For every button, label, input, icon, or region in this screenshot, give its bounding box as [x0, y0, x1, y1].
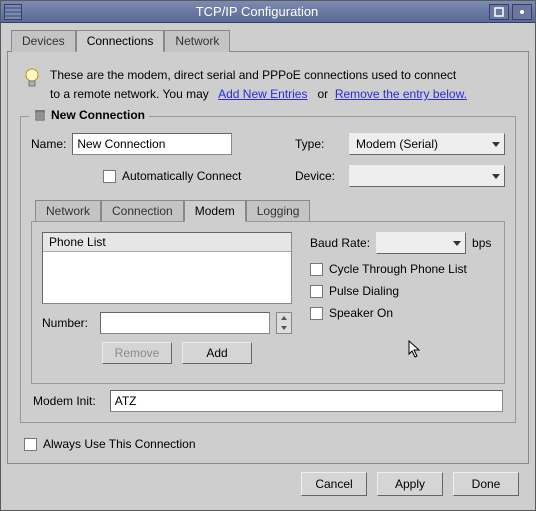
subtab-network[interactable]: Network [35, 200, 101, 222]
link-add-entries[interactable]: Add New Entries [218, 87, 307, 101]
speaker-label: Speaker On [329, 306, 393, 320]
baud-unit: bps [472, 236, 491, 250]
titlebar[interactable]: TCP/IP Configuration [1, 1, 535, 23]
dialog-buttons: Cancel Apply Done [7, 464, 529, 504]
link-remove-entry[interactable]: Remove the entry below. [335, 87, 467, 101]
main-tabs: Devices Connections Network [7, 29, 529, 51]
subtab-logging[interactable]: Logging [246, 200, 311, 222]
tab-connections[interactable]: Connections [76, 30, 165, 52]
phone-list[interactable]: Phone List [42, 232, 292, 304]
pulse-checkbox[interactable] [310, 285, 323, 298]
tab-connections-panel: These are the modem, direct serial and P… [7, 51, 529, 464]
cycle-label: Cycle Through Phone List [329, 262, 467, 276]
tcpip-config-window: TCP/IP Configuration Devices Connections… [0, 0, 536, 511]
device-combo[interactable] [349, 165, 505, 187]
group-legend: New Connection [29, 108, 149, 122]
add-button[interactable]: Add [182, 342, 252, 364]
baud-combo[interactable] [376, 232, 466, 254]
subtab-connection[interactable]: Connection [101, 200, 184, 222]
speaker-checkbox[interactable] [310, 307, 323, 320]
always-use-label: Always Use This Connection [43, 437, 196, 451]
always-use-checkbox[interactable] [24, 438, 37, 451]
lightbulb-icon [24, 68, 40, 90]
window-menu-icon[interactable] [4, 4, 22, 20]
trash-icon [33, 108, 47, 122]
modem-init-field[interactable] [110, 390, 503, 412]
chevron-down-icon [492, 142, 500, 147]
tab-devices[interactable]: Devices [11, 30, 76, 52]
chevron-down-icon [453, 241, 461, 246]
baud-label: Baud Rate: [310, 236, 370, 250]
pulse-label: Pulse Dialing [329, 284, 399, 298]
intro-text: These are the modem, direct serial and P… [24, 66, 516, 104]
new-connection-group: New Connection Name: Type: Modem (Serial… [20, 116, 516, 423]
minimize-button[interactable] [512, 4, 532, 20]
cycle-checkbox[interactable] [310, 263, 323, 276]
maximize-button[interactable] [489, 4, 509, 20]
number-label: Number: [42, 316, 88, 330]
chevron-down-icon [492, 174, 500, 179]
number-field[interactable] [100, 312, 270, 334]
device-label: Device: [295, 169, 343, 183]
apply-button[interactable]: Apply [377, 472, 443, 496]
name-label: Name: [31, 137, 66, 151]
phone-list-header: Phone List [43, 233, 291, 252]
auto-connect-checkbox[interactable] [103, 170, 116, 183]
modem-init-label: Modem Init: [33, 394, 96, 408]
auto-connect-label: Automatically Connect [122, 169, 241, 183]
type-combo[interactable]: Modem (Serial) [349, 133, 505, 155]
cancel-button[interactable]: Cancel [301, 472, 367, 496]
number-spinner[interactable] [276, 312, 292, 334]
done-button[interactable]: Done [453, 472, 519, 496]
modem-panel: Phone List Number: Remove Add [31, 221, 505, 384]
remove-button[interactable]: Remove [102, 342, 172, 364]
tab-network[interactable]: Network [164, 30, 230, 52]
name-field[interactable] [72, 133, 232, 155]
window-title: TCP/IP Configuration [25, 4, 489, 19]
subtab-modem[interactable]: Modem [184, 200, 246, 222]
type-label: Type: [295, 137, 343, 151]
window-content: Devices Connections Network These are th… [1, 23, 535, 510]
